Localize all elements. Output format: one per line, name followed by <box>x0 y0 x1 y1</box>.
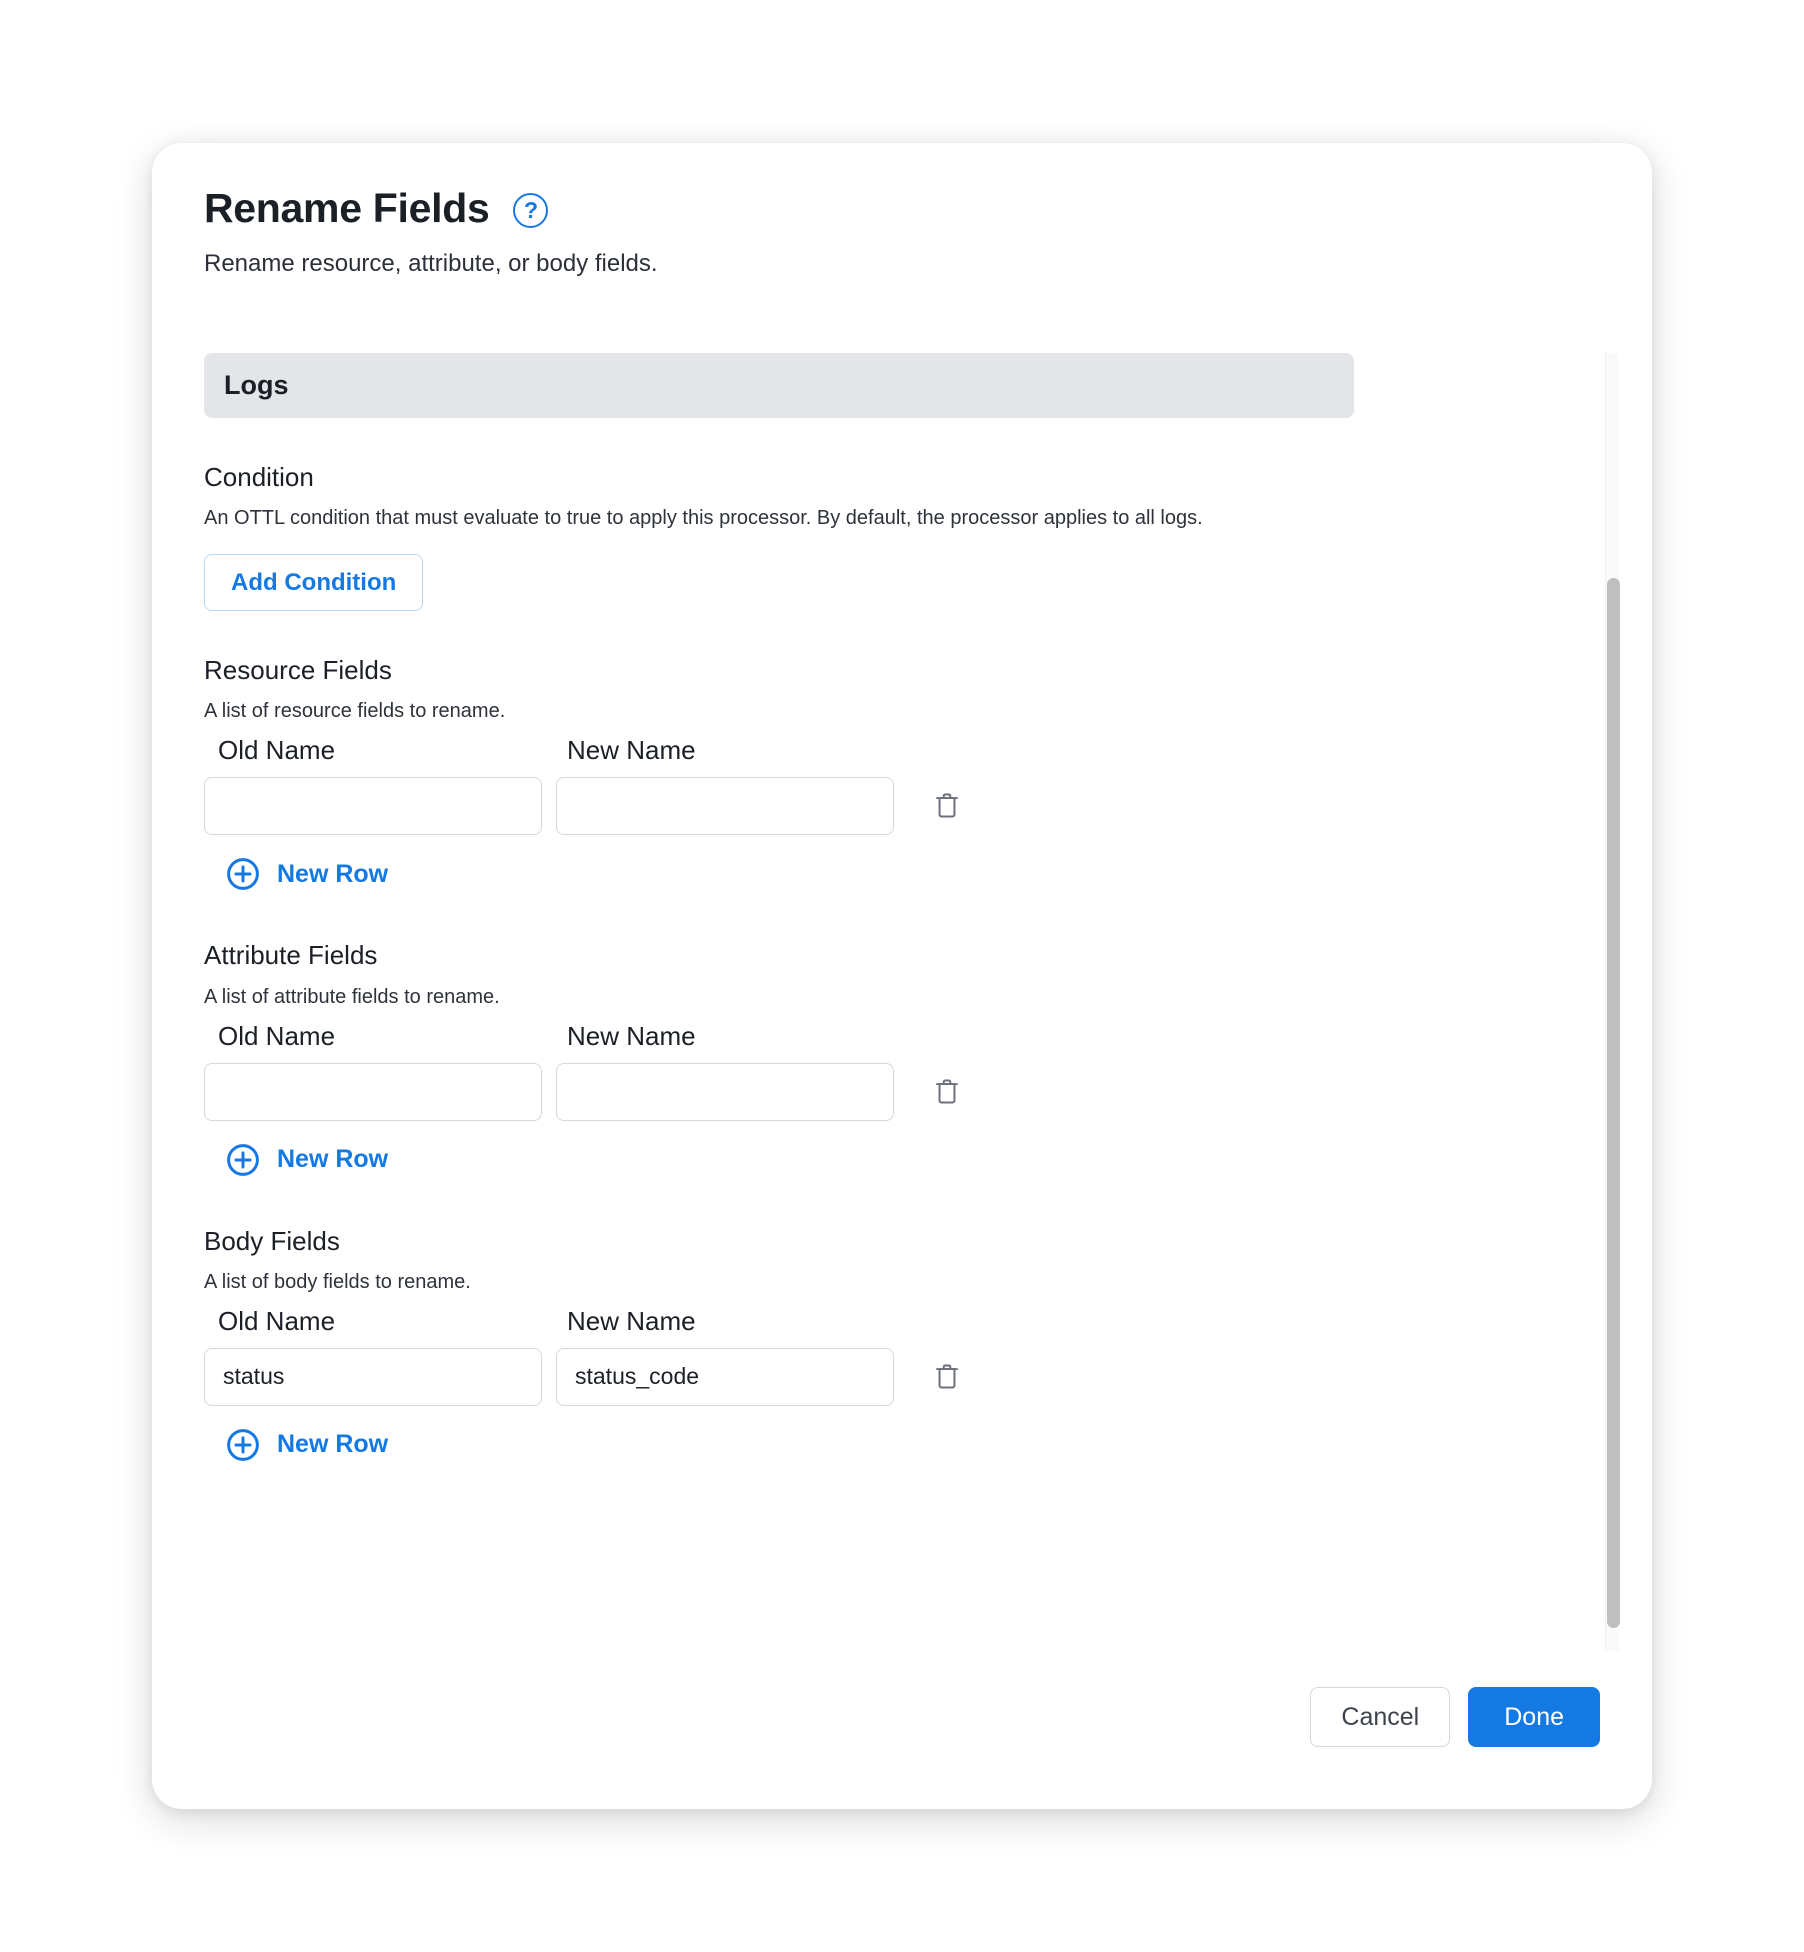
trash-icon <box>936 1364 958 1389</box>
fields-table: Old Name New Name New Row <box>204 735 1600 896</box>
field-groups: Resource Fields A list of resource fields… <box>204 655 1600 1467</box>
dialog-scroll-body: Logs Condition An OTTL condition that mu… <box>152 308 1652 1671</box>
column-header-old-name: Old Name <box>218 735 336 766</box>
section-header-label: Logs <box>224 370 289 400</box>
delete-row-button[interactable] <box>924 1352 970 1402</box>
field-group-title: Body Fields <box>204 1225 340 1256</box>
title-row: Rename Fields ? <box>204 185 1600 231</box>
trash-icon <box>936 793 958 818</box>
add-condition-button[interactable]: Add Condition <box>204 554 424 612</box>
field-group: Body Fields A list of body fields to rena… <box>204 1226 1600 1467</box>
rename-fields-dialog: Rename Fields ? Rename resource, attribu… <box>152 143 1652 1809</box>
page-title: Rename Fields <box>204 185 490 231</box>
delete-row-button[interactable] <box>924 1067 970 1117</box>
table-row <box>204 777 1600 836</box>
section-header-logs: Logs <box>204 353 1354 418</box>
field-group-description: A list of attribute fields to rename. <box>204 985 500 1008</box>
dialog-header: Rename Fields ? Rename resource, attribu… <box>152 143 1652 279</box>
dialog-subtitle: Rename resource, attribute, or body fiel… <box>204 250 658 278</box>
column-header-new-name: New Name <box>567 1305 696 1336</box>
field-group: Resource Fields A list of resource fields… <box>204 655 1600 896</box>
scrollbar-thumb[interactable] <box>1607 578 1620 1628</box>
column-header-old-name: Old Name <box>218 1305 336 1336</box>
dialog-footer: Cancel Done <box>152 1671 1652 1809</box>
fields-table: Old Name New Name New Row <box>204 1306 1600 1467</box>
column-header-new-name: New Name <box>567 735 696 766</box>
table-row <box>204 1347 1600 1406</box>
column-header-new-name: New Name <box>567 1020 696 1051</box>
trash-icon <box>936 1079 958 1104</box>
delete-row-button[interactable] <box>924 781 970 831</box>
fields-table-header: Old Name New Name <box>204 1306 1600 1337</box>
condition-group: Condition An OTTL condition that must ev… <box>204 462 1600 612</box>
new-row-label: New Row <box>277 859 389 888</box>
new-row-label: New Row <box>277 1430 389 1459</box>
condition-title: Condition <box>204 462 314 492</box>
table-row <box>204 1062 1600 1121</box>
new-row-button[interactable]: New Row <box>226 1143 388 1177</box>
plus-circle-icon <box>227 1428 259 1461</box>
column-header-old-name: Old Name <box>218 1020 336 1051</box>
fields-table-header: Old Name New Name <box>204 735 1600 766</box>
field-group-title: Resource Fields <box>204 655 392 686</box>
condition-description: An OTTL condition that must evaluate to … <box>204 507 1203 530</box>
field-group: Attribute Fields A list of attribute fiel… <box>204 940 1600 1181</box>
plus-circle-icon <box>227 1143 259 1176</box>
question-mark-circle-icon[interactable]: ? <box>513 193 549 229</box>
fields-table: Old Name New Name New Row <box>204 1021 1600 1182</box>
scrollbar-track[interactable] <box>1605 353 1620 1651</box>
field-group-description: A list of body fields to rename. <box>204 1270 471 1293</box>
done-button[interactable]: Done <box>1468 1687 1600 1747</box>
new-row-button[interactable]: New Row <box>226 857 388 891</box>
field-group-title: Attribute Fields <box>204 940 378 971</box>
old-name-input[interactable] <box>204 1347 542 1406</box>
new-name-input[interactable] <box>556 1062 894 1121</box>
cancel-button[interactable]: Cancel <box>1310 1687 1451 1747</box>
new-name-input[interactable] <box>556 777 894 836</box>
new-row-button[interactable]: New Row <box>226 1428 388 1462</box>
new-row-label: New Row <box>277 1145 389 1174</box>
fields-table-header: Old Name New Name <box>204 1021 1600 1052</box>
old-name-input[interactable] <box>204 777 542 836</box>
plus-circle-icon <box>227 858 259 891</box>
old-name-input[interactable] <box>204 1062 542 1121</box>
new-name-input[interactable] <box>556 1347 894 1406</box>
field-group-description: A list of resource fields to rename. <box>204 700 506 723</box>
